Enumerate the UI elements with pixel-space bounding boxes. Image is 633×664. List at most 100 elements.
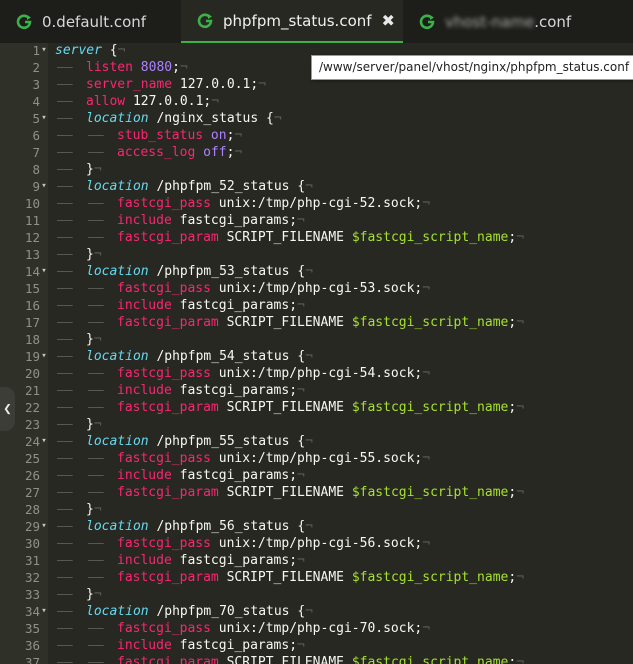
line-end-marker: ¬ — [297, 468, 305, 483]
plain-token: fastcgi_params; — [171, 383, 298, 398]
plain-token: } — [86, 162, 94, 177]
tab-bar: 0.default.conf phpfpm_status.conf ✖ vhos… — [0, 0, 633, 43]
line-end-marker: ¬ — [516, 315, 525, 330]
line-number: 1 — [32, 43, 40, 58]
line-number: 3 — [32, 77, 40, 92]
code-line: 7 access_log off;¬ —— —— — [0, 144, 633, 161]
indent-marker: —— — [88, 281, 104, 296]
code-text: fastcgi_pass unix:/tmp/php-cgi-56.sock;¬ — [117, 535, 430, 552]
variable-token: $fastcgi_script_name — [351, 400, 509, 415]
directive-token: fastcgi_pass — [117, 451, 211, 466]
code-line: 34 ▾ location /phpfpm_70_status {¬ —— — [0, 603, 633, 620]
line-end-marker: ¬ — [516, 655, 525, 664]
line-end-marker: ¬ — [516, 485, 525, 500]
indent-marker: —— — [57, 587, 73, 602]
code-text: }¬ — [86, 246, 102, 263]
line-end-marker: ¬ — [297, 298, 305, 313]
directive-token: fastcgi_param — [117, 570, 219, 585]
refresh-g-icon — [197, 13, 213, 28]
fold-arrow-icon[interactable]: ▾ — [40, 43, 48, 59]
code-text: server_name 127.0.0.1;¬ — [86, 76, 266, 93]
tab-default-conf[interactable]: 0.default.conf — [0, 0, 181, 43]
directive-token: listen — [86, 60, 133, 75]
code-line: 24 ▾ location /phpfpm_55_status {¬ —— — [0, 433, 633, 450]
line-number: 35 — [24, 621, 40, 636]
indent-marker: —— — [57, 349, 73, 364]
directive-token: fastcgi_pass — [117, 536, 211, 551]
line-number: 27 — [24, 485, 40, 500]
line-end-marker: ¬ — [305, 179, 313, 194]
directive-token: fastcgi_param — [117, 655, 219, 664]
line-end-marker: ¬ — [516, 570, 525, 585]
code-text: include fastcgi_params;¬ — [117, 382, 305, 399]
fold-arrow-icon[interactable]: ▾ — [40, 110, 48, 127]
line-number: 19 — [24, 349, 40, 364]
line-number: 2 — [32, 60, 40, 75]
keyword-token: server — [55, 43, 102, 58]
code-text: fastcgi_param SCRIPT_FILENAME $fastcgi_s… — [117, 314, 524, 331]
tab-vhost-conf[interactable]: vhost-name .conf — [403, 0, 633, 43]
code-text: location /phpfpm_55_status {¬ — [86, 433, 313, 450]
directive-token: fastcgi_param — [117, 400, 219, 415]
file-path-tooltip: /www/server/panel/vhost/nginx/phpfpm_sta… — [311, 55, 633, 80]
indent-marker: —— — [88, 621, 104, 636]
directive-token: server_name — [86, 77, 173, 92]
directive-token: fastcgi_pass — [117, 366, 211, 381]
code-text: fastcgi_param SCRIPT_FILENAME $fastcgi_s… — [117, 569, 524, 586]
indent-marker: —— — [57, 502, 73, 517]
plain-token: /phpfpm_54_status { — [148, 349, 306, 364]
line-number: 12 — [24, 230, 40, 245]
keyword-token: location — [86, 349, 149, 364]
line-number: 25 — [24, 451, 40, 466]
indent-marker: —— — [88, 570, 104, 585]
line-number: 8 — [32, 162, 40, 177]
tab-label: phpfpm_status.conf — [223, 11, 372, 30]
plain-token: unix:/tmp/php-cgi-53.sock; — [210, 281, 423, 296]
plain-token: fastcgi_params; — [171, 468, 298, 483]
fold-arrow-icon[interactable]: ▾ — [40, 433, 48, 450]
directive-token: fastcgi_param — [117, 485, 219, 500]
close-icon[interactable]: ✖ — [382, 11, 395, 30]
code-line: 36 include fastcgi_params;¬ —— —— — [0, 637, 633, 654]
fold-arrow-icon[interactable]: ▾ — [40, 518, 48, 535]
line-number: 31 — [24, 553, 40, 568]
plain-token: ; — [172, 60, 180, 75]
collapse-sidebar-button[interactable]: ❮ — [0, 387, 15, 431]
indent-marker: —— — [57, 655, 73, 664]
keyword-token: location — [86, 179, 149, 194]
indent-marker: —— — [57, 332, 73, 347]
code-text: fastcgi_param SCRIPT_FILENAME $fastcgi_s… — [117, 229, 524, 246]
fold-arrow-icon[interactable]: ▾ — [40, 348, 48, 365]
directive-token: include — [117, 298, 172, 313]
code-line: 14 ▾ location /phpfpm_53_status {¬ —— — [0, 263, 633, 280]
code-line: 6 stub_status on;¬ —— —— — [0, 127, 633, 144]
line-end-marker: ¬ — [93, 502, 102, 517]
line-end-marker: ¬ — [93, 162, 102, 177]
line-end-marker: ¬ — [234, 145, 243, 160]
line-end-marker: ¬ — [297, 638, 305, 653]
plain-token: } — [86, 502, 94, 517]
line-end-marker: ¬ — [305, 264, 313, 279]
fold-arrow-icon[interactable]: ▾ — [40, 263, 48, 280]
tab-phpfpm-status-conf[interactable]: phpfpm_status.conf ✖ — [181, 0, 403, 43]
line-end-marker: ¬ — [422, 536, 431, 551]
code-text: include fastcgi_params;¬ — [117, 297, 305, 314]
code-editor[interactable]: 1 ▾ server {¬ 2 listen 8080;¬ —— 3 server_name … — [0, 43, 633, 664]
keyword-token: location — [86, 434, 149, 449]
fold-arrow-icon[interactable]: ▾ — [40, 178, 48, 195]
code-line: 19 ▾ location /phpfpm_54_status {¬ —— — [0, 348, 633, 365]
indent-marker: —— — [88, 298, 104, 313]
code-text: fastcgi_param SCRIPT_FILENAME $fastcgi_s… — [117, 399, 524, 416]
plain-token: SCRIPT_FILENAME — [218, 485, 352, 500]
indent-marker: —— — [57, 485, 73, 500]
fold-arrow-icon[interactable]: ▾ — [40, 603, 48, 620]
line-number: 17 — [24, 315, 40, 330]
code-line: 35 fastcgi_pass unix:/tmp/php-cgi-70.sock… — [0, 620, 633, 637]
code-line: 11 include fastcgi_params;¬ —— —— — [0, 212, 633, 229]
line-number: 28 — [24, 502, 40, 517]
line-number: 4 — [32, 94, 40, 109]
variable-token: $fastcgi_script_name — [351, 655, 509, 664]
line-end-marker: ¬ — [305, 519, 313, 534]
